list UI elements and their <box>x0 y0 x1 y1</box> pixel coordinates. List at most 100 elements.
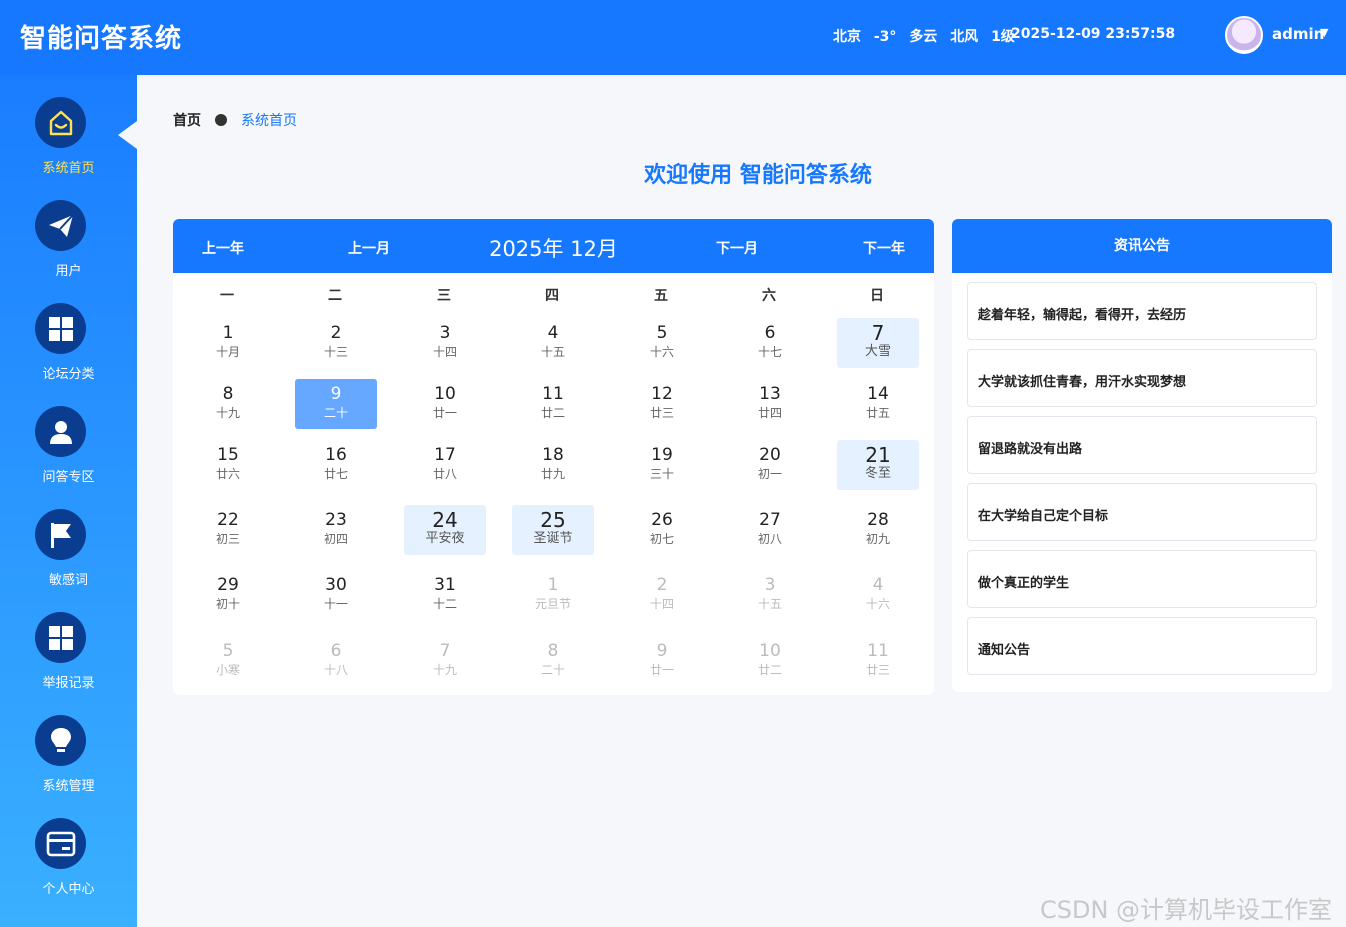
calendar-day[interactable]: 21 冬至 <box>837 440 919 490</box>
calendar-day[interactable]: 16 廿七 <box>295 440 377 490</box>
calendar-day[interactable]: 3 十五 <box>729 570 811 620</box>
calendar-day[interactable]: 7 十九 <box>404 636 486 686</box>
news-item[interactable]: 趁着年轻，输得起，看得开，去经历 <box>967 282 1317 340</box>
calendar-day[interactable]: 8 二十 <box>512 636 594 686</box>
sidebar-label-qa: 问答专区 <box>42 470 95 485</box>
calendar-day[interactable]: 18 廿九 <box>512 440 594 490</box>
calendar-day[interactable]: 5 小寒 <box>187 636 269 686</box>
day-number: 30 <box>325 575 347 595</box>
lunar-date: 十九 <box>432 663 457 677</box>
calendar-day[interactable]: 26 初七 <box>621 505 703 555</box>
calendar-day[interactable]: 11 廿三 <box>837 636 919 686</box>
day-number: 21 <box>865 443 891 467</box>
lunar-date: 小寒 <box>215 663 240 677</box>
calendar-day-today[interactable]: 9 二十 <box>295 379 377 429</box>
lunar-date: 廿三 <box>865 663 890 677</box>
day-number: 5 <box>656 323 668 343</box>
sidebar-item-profile[interactable]: 个人中心 <box>0 818 137 921</box>
sidebar-item-home[interactable]: 系统首页 <box>0 97 137 200</box>
lunar-date: 廿三 <box>649 406 674 420</box>
sidebar-item-users[interactable]: 用户 <box>0 200 137 303</box>
lunar-date: 十三 <box>323 345 348 359</box>
calendar-day[interactable]: 4 十六 <box>837 570 919 620</box>
flag-icon <box>35 509 86 560</box>
calendar-day[interactable]: 1 十月 <box>187 318 269 368</box>
day-number: 12 <box>651 384 673 404</box>
grid-icon <box>35 303 86 354</box>
calendar-day[interactable]: 23 初四 <box>295 505 377 555</box>
calendar-day[interactable]: 13 廿四 <box>729 379 811 429</box>
welcome-title: 欢迎使用 智能问答系统 <box>644 163 872 188</box>
calendar-day[interactable]: 19 三十 <box>621 440 703 490</box>
next-month-button[interactable]: 下一月 <box>716 238 758 258</box>
calendar-day[interactable]: 2 十四 <box>621 570 703 620</box>
calendar-day[interactable]: 11 廿二 <box>512 379 594 429</box>
news-item[interactable]: 在大学给自己定个目标 <box>967 483 1317 541</box>
user-icon <box>35 406 86 457</box>
day-number: 16 <box>325 445 347 465</box>
lunar-date: 三十 <box>649 467 674 481</box>
wallet-icon <box>35 818 86 869</box>
news-item[interactable]: 大学就该抓住青春，用汗水实现梦想 <box>967 349 1317 407</box>
calendar-day[interactable]: 27 初八 <box>729 505 811 555</box>
calendar-day[interactable]: 28 初九 <box>837 505 919 555</box>
day-number: 5 <box>222 641 234 661</box>
sidebar-item-qa[interactable]: 问答专区 <box>0 406 137 509</box>
breadcrumb-home[interactable]: 首页 <box>173 113 201 129</box>
weather-city: 北京 <box>833 29 861 45</box>
avatar[interactable] <box>1225 16 1263 54</box>
calendar-day[interactable]: 10 廿一 <box>404 379 486 429</box>
calendar-day[interactable]: 4 十五 <box>512 318 594 368</box>
calendar-day[interactable]: 17 廿八 <box>404 440 486 490</box>
news-item[interactable]: 留退路就没有出路 <box>967 416 1317 474</box>
username[interactable]: admin <box>1272 25 1324 43</box>
calendar-day[interactable]: 5 十六 <box>621 318 703 368</box>
weather-info: 北京 -3° 多云 北风 1级 <box>833 26 1023 46</box>
calendar-day[interactable]: 12 廿三 <box>621 379 703 429</box>
breadcrumb: 首页 系统首页 <box>173 110 297 130</box>
news-item[interactable]: 做个真正的学生 <box>967 550 1317 608</box>
calendar-day[interactable]: 6 十八 <box>295 636 377 686</box>
caret-down-icon[interactable]: ▼ <box>1320 26 1328 39</box>
breadcrumb-current: 系统首页 <box>241 113 297 129</box>
weekday-label: 五 <box>654 288 668 304</box>
sidebar-item-forum-category[interactable]: 论坛分类 <box>0 303 137 406</box>
lunar-date: 十九 <box>215 406 240 420</box>
lunar-date: 十六 <box>649 345 674 359</box>
calendar-day[interactable]: 25 圣诞节 <box>512 505 594 555</box>
lunar-date: 十四 <box>649 597 674 611</box>
calendar-day[interactable]: 22 初三 <box>187 505 269 555</box>
calendar-day[interactable]: 8 十九 <box>187 379 269 429</box>
calendar-day[interactable]: 2 十三 <box>295 318 377 368</box>
current-datetime: 2025-12-09 23:57:58 <box>1011 26 1176 42</box>
calendar-day[interactable]: 29 初十 <box>187 570 269 620</box>
news-panel-title: 资讯公告 <box>952 219 1332 273</box>
calendar-day[interactable]: 1 元旦节 <box>512 570 594 620</box>
watermark: CSDN @计算机毕设工作室 <box>1040 896 1333 924</box>
calendar-day[interactable]: 3 十四 <box>404 318 486 368</box>
sidebar-item-system[interactable]: 系统管理 <box>0 715 137 818</box>
day-number: 6 <box>330 641 342 661</box>
calendar-day[interactable]: 15 廿六 <box>187 440 269 490</box>
calendar-day[interactable]: 31 十二 <box>404 570 486 620</box>
calendar-day[interactable]: 30 十一 <box>295 570 377 620</box>
calendar-day[interactable]: 20 初一 <box>729 440 811 490</box>
day-number: 7 <box>439 641 451 661</box>
day-number: 11 <box>867 641 889 661</box>
calendar-day[interactable]: 9 廿一 <box>621 636 703 686</box>
day-number: 13 <box>759 384 781 404</box>
lunar-date: 廿七 <box>323 467 348 481</box>
day-number: 14 <box>867 384 889 404</box>
calendar-day[interactable]: 14 廿五 <box>837 379 919 429</box>
sidebar-item-reports[interactable]: 举报记录 <box>0 612 137 715</box>
weather-wind: 北风 <box>950 29 979 45</box>
sidebar-item-sensitive-words[interactable]: 敏感词 <box>0 509 137 612</box>
lunar-date: 初四 <box>323 532 348 546</box>
calendar-day[interactable]: 6 十七 <box>729 318 811 368</box>
calendar-day[interactable]: 24 平安夜 <box>404 505 486 555</box>
calendar-day[interactable]: 10 廿二 <box>729 636 811 686</box>
lunar-date: 圣诞节 <box>533 531 573 546</box>
next-year-button[interactable]: 下一年 <box>863 238 905 258</box>
news-item[interactable]: 通知公告 <box>967 617 1317 675</box>
calendar-day[interactable]: 7 大雪 <box>837 318 919 368</box>
